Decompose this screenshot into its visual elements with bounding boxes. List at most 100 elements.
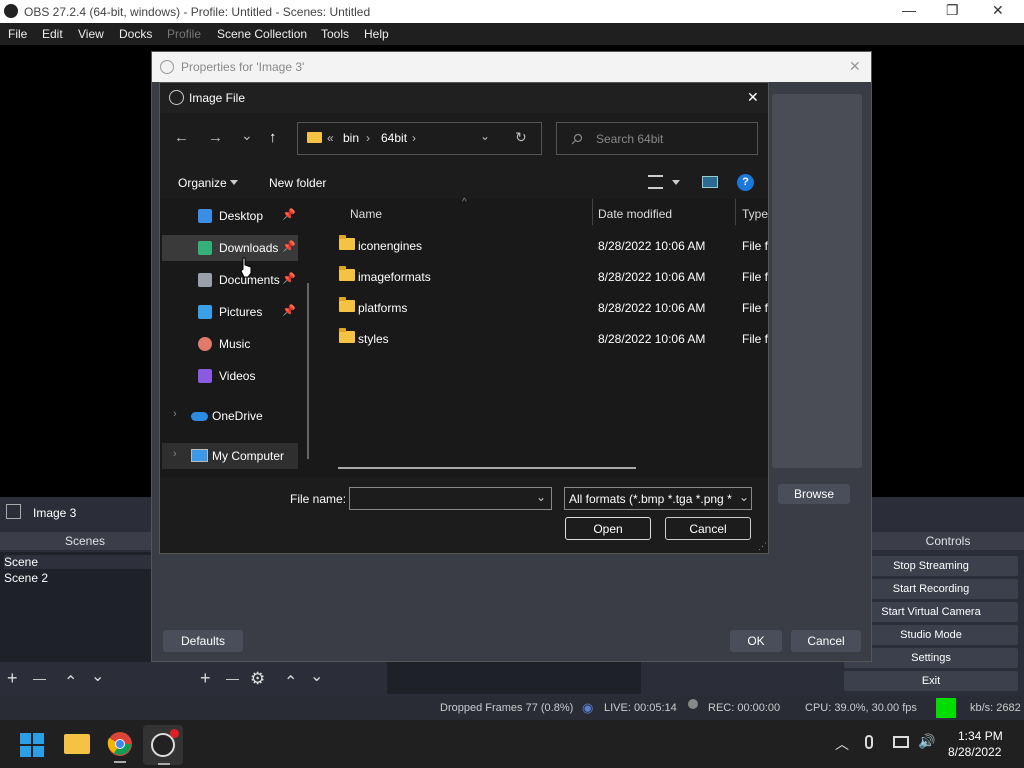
menu-edit[interactable]: Edit bbox=[42, 27, 63, 41]
onedrive-cloud-icon bbox=[191, 412, 208, 421]
new-folder-button[interactable]: New folder bbox=[269, 176, 326, 190]
open-button[interactable]: Open bbox=[565, 517, 651, 540]
cancel-button[interactable]: Cancel bbox=[665, 517, 751, 540]
filename-dropdown-chevron-down-icon[interactable]: ⌄ bbox=[536, 490, 546, 504]
nav-item-my-computer[interactable]: › My Computer bbox=[162, 443, 298, 469]
address-bar[interactable]: « bin › 64bit › ⌄ ↻ bbox=[297, 122, 542, 155]
view-chevron-down-icon[interactable] bbox=[672, 180, 680, 185]
window-titlebar: OBS 27.2.4 (64-bit, windows) - Profile: … bbox=[0, 0, 1024, 23]
clock-date[interactable]: 8/28/2022 bbox=[948, 745, 1001, 759]
properties-cancel-button[interactable]: Cancel bbox=[791, 630, 861, 652]
path-segment-64bit[interactable]: 64bit bbox=[381, 131, 407, 145]
remove-source-button[interactable]: — bbox=[226, 671, 239, 686]
move-scene-up-button[interactable]: ⌃ bbox=[64, 672, 77, 692]
source-properties-gear-icon[interactable]: ⚙ bbox=[250, 669, 265, 689]
microphone-icon[interactable] bbox=[865, 735, 873, 749]
pin-icon: 📌 bbox=[282, 209, 296, 221]
resize-grip-icon[interactable]: ⋰ bbox=[758, 541, 767, 552]
address-dropdown-chevron-down-icon[interactable]: ⌄ bbox=[480, 129, 490, 143]
file-dialog-close-button[interactable]: ✕ bbox=[747, 89, 759, 106]
menu-tools[interactable]: Tools bbox=[321, 27, 349, 41]
file-type-select[interactable]: All formats (*.bmp *.tga *.png * ⌄ bbox=[564, 487, 752, 510]
menu-scene-collection[interactable]: Scene Collection bbox=[217, 27, 307, 41]
file-explorer-icon[interactable] bbox=[64, 734, 90, 754]
forward-button[interactable]: → bbox=[208, 129, 223, 146]
expand-chevron-icon[interactable]: › bbox=[173, 448, 177, 460]
path-overflow[interactable]: « bbox=[327, 131, 334, 145]
nav-item-onedrive[interactable]: › OneDrive bbox=[162, 403, 298, 429]
image-source-icon bbox=[6, 504, 21, 519]
recent-locations-button[interactable]: ⌄ bbox=[241, 127, 253, 144]
folder-icon bbox=[339, 235, 355, 250]
live-broadcast-icon: ◉ bbox=[582, 700, 594, 715]
menu-help[interactable]: Help bbox=[364, 27, 389, 41]
file-row[interactable]: styles 8/28/2022 10:06 AM File fo bbox=[318, 322, 768, 353]
file-date: 8/28/2022 10:06 AM bbox=[598, 270, 706, 284]
running-indicator bbox=[114, 761, 126, 763]
add-scene-button[interactable]: + bbox=[7, 668, 18, 689]
network-icon[interactable] bbox=[893, 736, 909, 748]
scene-item[interactable]: Scene bbox=[4, 555, 152, 569]
nav-item-downloads[interactable]: Downloads 📌 bbox=[162, 235, 298, 261]
move-source-down-button[interactable]: ⌄ bbox=[310, 666, 323, 686]
horizontal-scrollbar[interactable] bbox=[338, 467, 636, 469]
nav-item-desktop[interactable]: Desktop 📌 bbox=[162, 203, 298, 229]
nav-item-videos[interactable]: Videos bbox=[162, 363, 298, 389]
file-row[interactable]: platforms 8/28/2022 10:06 AM File fo bbox=[318, 291, 768, 322]
nav-scrollbar[interactable] bbox=[307, 283, 309, 459]
volume-icon[interactable]: 🔊 bbox=[918, 733, 935, 750]
path-segment-bin[interactable]: bin bbox=[343, 131, 359, 145]
chrome-icon[interactable] bbox=[107, 731, 133, 757]
up-button[interactable]: ↑ bbox=[269, 129, 277, 146]
minimize-button[interactable]: — bbox=[902, 2, 916, 18]
remove-scene-button[interactable]: — bbox=[33, 671, 46, 686]
file-dialog-footer: File name: ⌄ All formats (*.bmp *.tga *.… bbox=[160, 477, 768, 553]
back-button[interactable]: ← bbox=[174, 129, 189, 146]
nav-item-music[interactable]: Music bbox=[162, 331, 298, 357]
file-row[interactable]: imageformats 8/28/2022 10:06 AM File fo bbox=[318, 260, 768, 291]
file-type-chevron-down-icon[interactable]: ⌄ bbox=[737, 490, 750, 504]
organize-chevron-down-icon bbox=[230, 180, 238, 185]
menu-view[interactable]: View bbox=[78, 27, 104, 41]
defaults-button[interactable]: Defaults bbox=[163, 630, 243, 652]
nav-item-documents[interactable]: Documents 📌 bbox=[162, 267, 298, 293]
column-name[interactable]: Name bbox=[350, 207, 382, 221]
menu-file[interactable]: File bbox=[8, 27, 27, 41]
organize-button[interactable]: Organize bbox=[178, 176, 227, 190]
menu-docks[interactable]: Docks bbox=[119, 27, 152, 41]
obs-logo-icon bbox=[160, 60, 174, 74]
scene-item[interactable]: Scene 2 bbox=[4, 571, 48, 585]
nav-item-label: OneDrive bbox=[212, 409, 263, 423]
expand-chevron-icon[interactable]: › bbox=[173, 408, 177, 420]
file-row[interactable]: iconengines 8/28/2022 10:06 AM File fo bbox=[318, 229, 768, 260]
tray-chevron-up-icon[interactable]: ︿ bbox=[835, 734, 849, 754]
obs-taskbar-button[interactable] bbox=[143, 725, 183, 765]
maximize-button[interactable]: ❐ bbox=[946, 2, 959, 19]
filename-input[interactable]: ⌄ bbox=[349, 487, 552, 510]
move-scene-down-button[interactable]: ⌄ bbox=[91, 666, 104, 686]
menu-profile[interactable]: Profile bbox=[167, 27, 201, 41]
move-source-up-button[interactable]: ⌃ bbox=[284, 672, 297, 692]
exit-button[interactable]: Exit bbox=[844, 671, 1018, 691]
column-divider[interactable] bbox=[592, 199, 593, 225]
navigation-pane: Desktop 📌 Downloads 📌 Documents 📌 Pictur… bbox=[160, 199, 318, 477]
search-box[interactable]: Search 64bit bbox=[556, 122, 758, 155]
view-options-icon[interactable] bbox=[648, 175, 663, 189]
search-placeholder: Search 64bit bbox=[596, 132, 664, 146]
refresh-button[interactable]: ↻ bbox=[515, 129, 527, 146]
properties-close-button[interactable]: ✕ bbox=[849, 58, 861, 75]
nav-item-pictures[interactable]: Pictures 📌 bbox=[162, 299, 298, 325]
preview-pane-icon[interactable] bbox=[702, 176, 718, 188]
connection-status-icon bbox=[936, 698, 956, 718]
add-source-button[interactable]: + bbox=[200, 668, 211, 689]
ok-button[interactable]: OK bbox=[730, 630, 782, 652]
clock-time[interactable]: 1:34 PM bbox=[958, 729, 1003, 743]
column-date-modified[interactable]: Date modified bbox=[598, 207, 672, 221]
windows-start-icon[interactable] bbox=[20, 733, 44, 757]
close-button[interactable]: ✕ bbox=[992, 2, 1004, 19]
column-type[interactable]: Type bbox=[742, 207, 768, 221]
column-divider[interactable] bbox=[735, 199, 736, 225]
file-name: imageformats bbox=[358, 270, 431, 284]
browse-button[interactable]: Browse bbox=[778, 484, 850, 504]
help-icon[interactable]: ? bbox=[737, 174, 754, 191]
